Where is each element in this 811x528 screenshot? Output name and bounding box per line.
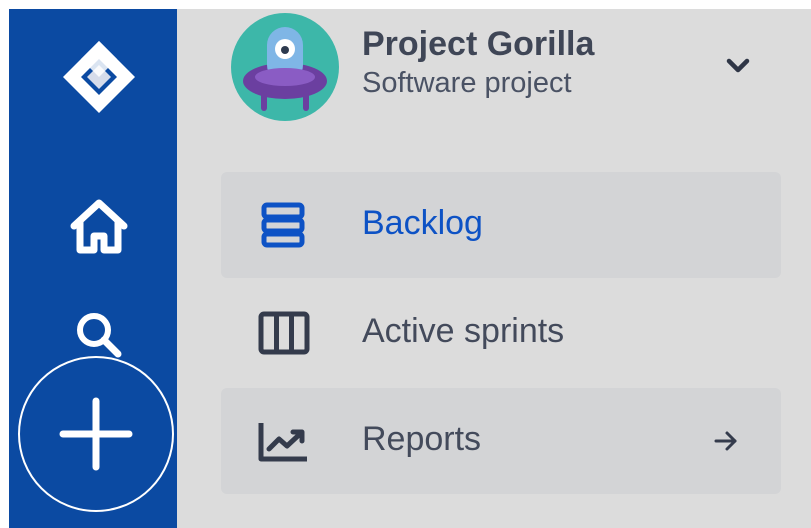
board-columns-icon	[257, 310, 311, 356]
sidebar-item-label: Backlog	[362, 204, 483, 242]
project-sidebar: Project Gorilla Software project Backlog	[177, 9, 811, 528]
sidebar-item-label: Active sprints	[362, 312, 565, 350]
sidebar-item-backlog[interactable]: Backlog	[221, 172, 781, 278]
sidebar-item-reports[interactable]: Reports	[221, 388, 781, 494]
plus-icon	[59, 397, 133, 471]
project-type: Software project	[362, 67, 572, 99]
chevron-down-icon[interactable]	[721, 49, 755, 83]
project-avatar	[231, 13, 339, 121]
app-frame: Project Gorilla Software project Backlog	[0, 0, 811, 528]
backlog-icon	[257, 202, 311, 248]
home-icon[interactable]	[65, 195, 133, 259]
arrow-right-icon	[709, 424, 743, 458]
jira-logo-icon[interactable]	[59, 37, 139, 117]
sidebar-item-active-sprints[interactable]: Active sprints	[221, 280, 781, 386]
chart-trend-icon	[257, 418, 311, 464]
sidebar-item-label: Reports	[362, 420, 482, 458]
project-header[interactable]: Project Gorilla Software project	[177, 9, 811, 139]
project-name: Project Gorilla	[362, 25, 595, 63]
create-button[interactable]	[18, 356, 174, 512]
